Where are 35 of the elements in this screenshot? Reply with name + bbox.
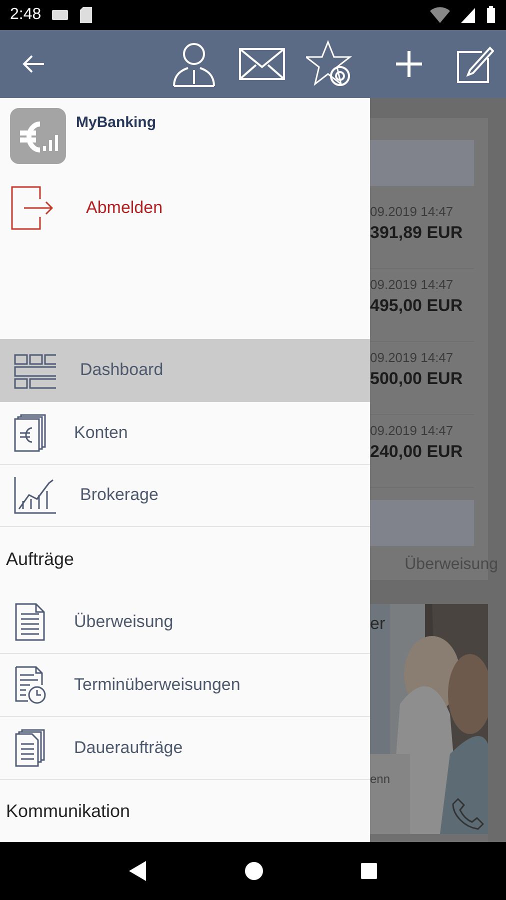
section-header: Aufträge: [5, 548, 76, 571]
wifi-icon: [430, 6, 450, 24]
teaser-caption: enn: [370, 772, 390, 786]
keyboard-icon: [51, 8, 70, 22]
back-nav-icon[interactable]: [128, 860, 148, 882]
status-time: 2:48: [10, 6, 42, 24]
recents-nav-icon[interactable]: [360, 862, 378, 880]
transaction-date: 09.2019 14:47: [370, 423, 454, 438]
logout-item[interactable]: Abmelden: [0, 169, 370, 247]
menu-item[interactable]: Dashboard: [0, 338, 370, 402]
transaction-date: 09.2019 14:47: [370, 277, 454, 292]
transaction-date: 09.2019 14:47: [370, 350, 454, 365]
section-header: Kommunikation: [5, 800, 132, 823]
star-settings-button[interactable]: [306, 40, 354, 88]
menu-item[interactable]: Daueraufträge: [0, 717, 370, 780]
teaser-heading: er: [370, 614, 386, 634]
transaction-amount: 391,89 EUR: [370, 223, 464, 243]
battery-icon: [486, 6, 496, 24]
menu-item[interactable]: Überweisung: [0, 591, 370, 654]
app-name: MyBanking: [76, 114, 156, 131]
transaction-amount: 240,00 EUR: [370, 442, 464, 462]
home-nav-icon[interactable]: [244, 861, 264, 881]
logout-icon: [10, 184, 56, 231]
sd-card-icon: [79, 6, 94, 24]
app-logo-icon: [10, 108, 66, 164]
transaction-amount: 495,00 EUR: [370, 296, 464, 316]
menu-item[interactable]: Terminüberweisungen: [0, 654, 370, 718]
signal-icon: [460, 6, 476, 24]
add-button[interactable]: [394, 49, 424, 79]
transaction-amount: 500,00 EUR: [370, 369, 464, 389]
menu-item[interactable]: Konten: [0, 402, 370, 464]
transaction-date: 09.2019 14:47: [370, 204, 454, 219]
edit-button[interactable]: [454, 44, 494, 84]
menu-item[interactable]: Brokerage: [0, 464, 370, 528]
profile-button[interactable]: [170, 40, 218, 88]
